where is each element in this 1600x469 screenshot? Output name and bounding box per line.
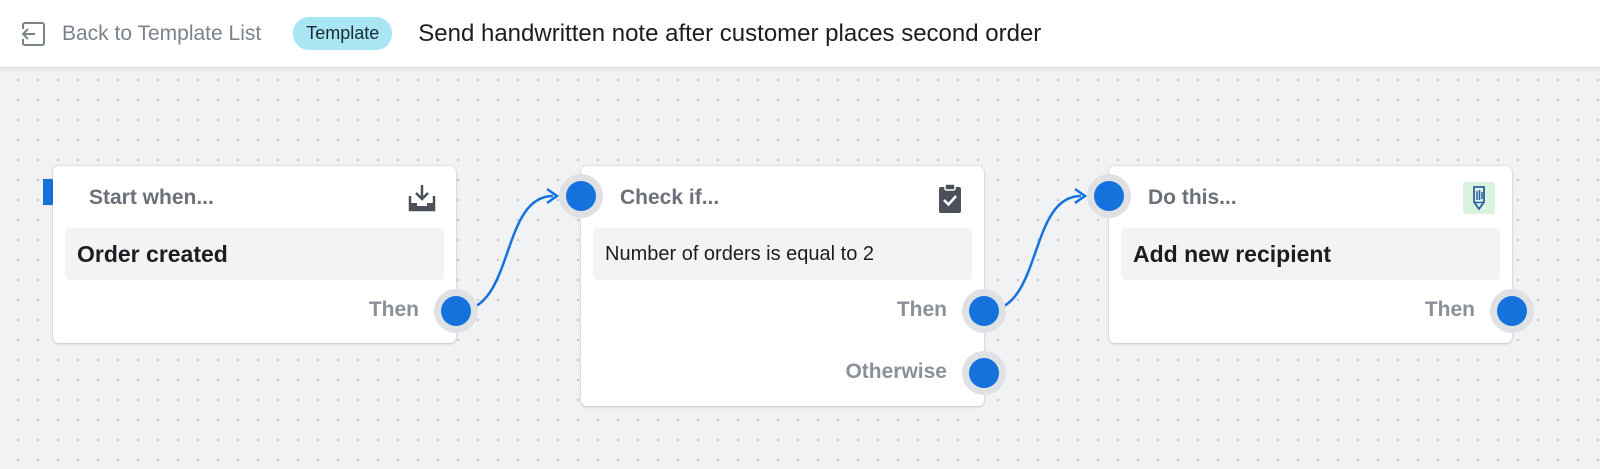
template-badge: Template: [293, 17, 393, 50]
clipboard-check-icon: [934, 182, 966, 214]
download-tray-icon: [406, 182, 438, 214]
condition-label: Number of orders is equal to 2: [605, 242, 875, 265]
node-header: Do this...: [1148, 186, 1237, 209]
node-body: Number of orders is equal to 2: [593, 228, 972, 280]
then-output-port[interactable]: [434, 289, 478, 333]
then-label: Then: [896, 298, 947, 321]
node-body: Add new recipient: [1121, 228, 1500, 280]
back-link-label: Back to Template List: [62, 21, 262, 45]
port-dot: [441, 296, 471, 326]
top-bar: Back to Template List Template Send hand…: [0, 0, 1600, 68]
otherwise-label: Otherwise: [845, 360, 947, 383]
back-to-template-list-link[interactable]: Back to Template List: [20, 20, 261, 48]
arrowhead-icon: [546, 187, 560, 205]
trigger-label: Order created: [77, 240, 228, 267]
exit-arrow-icon: [20, 20, 48, 48]
action-node[interactable]: Do this... Add new recipient Then: [1087, 166, 1534, 343]
handwritten-pen-icon: [1463, 182, 1495, 214]
port-dot: [969, 358, 999, 388]
port-dot: [1094, 181, 1124, 211]
node-body: Order created: [65, 228, 444, 280]
connector-start-to-check: [457, 194, 554, 313]
input-port[interactable]: [559, 174, 603, 218]
port-dot: [1497, 296, 1527, 326]
then-output-port[interactable]: [962, 289, 1006, 333]
condition-node[interactable]: Check if... Number of orders is equal to…: [559, 166, 1006, 406]
otherwise-output-port[interactable]: [962, 351, 1006, 395]
port-dot: [969, 296, 999, 326]
action-label: Add new recipient: [1133, 240, 1332, 267]
node-header: Check if...: [620, 186, 720, 209]
then-label: Then: [368, 298, 419, 321]
connector-check-to-do: [985, 194, 1082, 313]
input-port[interactable]: [1087, 174, 1131, 218]
node-header: Start when...: [89, 186, 214, 209]
port-dot: [566, 181, 596, 211]
trigger-node[interactable]: Start when... Order created Then: [53, 166, 478, 343]
arrowhead-icon: [1074, 187, 1088, 205]
page-title: Send handwritten note after customer pla…: [418, 19, 1042, 47]
then-label: Then: [1424, 298, 1475, 321]
then-output-port[interactable]: [1490, 289, 1534, 333]
